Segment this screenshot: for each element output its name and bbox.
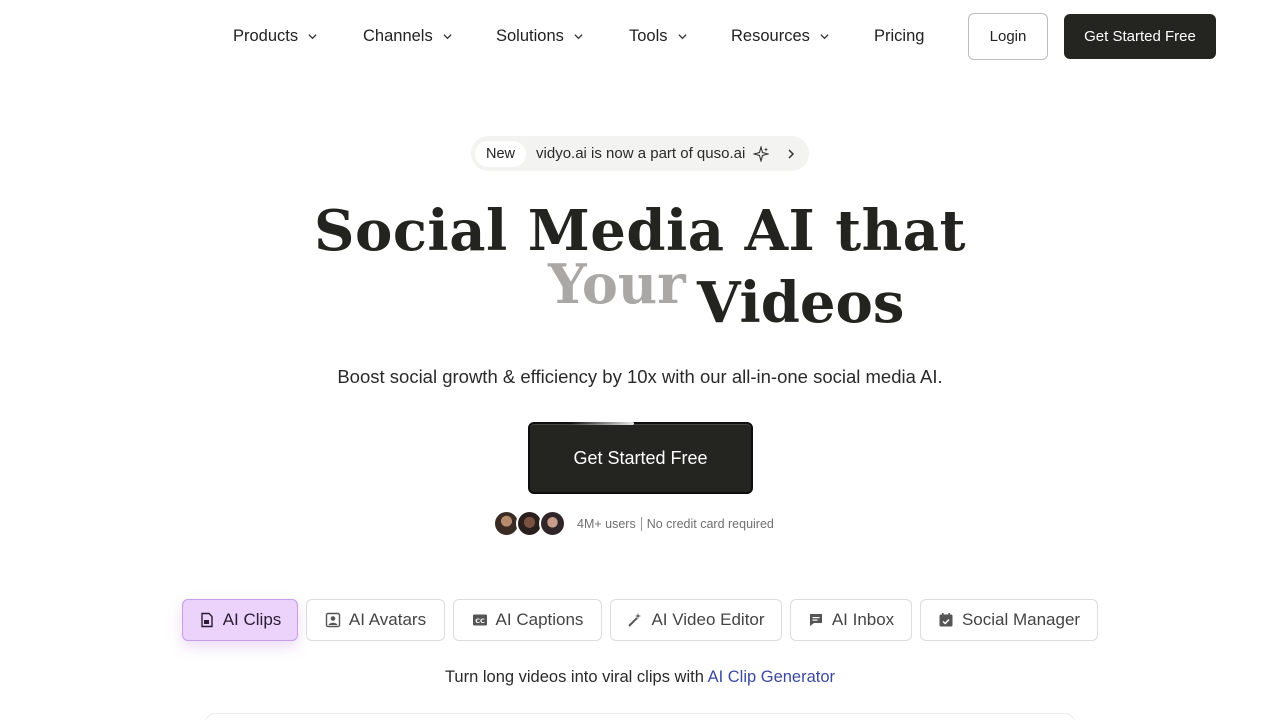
tab-label: AI Clips [222,610,282,629]
sparkle-icon [753,145,770,162]
tab-social-manager[interactable]: Social Manager [920,599,1098,641]
nav-solutions-label: Solutions [496,26,564,45]
nav-pricing-label: Pricing [874,26,925,45]
announcement-banner[interactable]: New vidyo.ai is now a part of quso.ai [471,136,809,171]
tab-ai-clips[interactable]: AI Clips [182,599,298,641]
tab-ai-video-editor[interactable]: AI Video Editor [610,599,782,641]
divider [640,517,642,531]
nav-products-label: Products [233,26,299,45]
chat-icon [809,614,822,626]
social-proof: 4M+ users No credit card required [493,510,774,538]
chevron-right-icon [788,148,795,159]
get-started-hero-button[interactable]: Get Started Free [528,422,753,494]
chevron-down-icon [443,33,452,39]
nav-resources-label: Resources [731,26,810,45]
nav-products[interactable]: Products [233,24,317,48]
hero-cta-label: Get Started Free [573,447,708,468]
hero-headline-videos: Videos [697,270,905,336]
nav-channels-label: Channels [363,26,433,45]
tab-ai-captions[interactable]: CC AI Captions [453,599,602,641]
get-started-nav-button[interactable]: Get Started Free [1064,14,1216,59]
login-button[interactable]: Login [968,13,1048,60]
tagline-text: Turn long videos into viral clips with [444,668,704,686]
users-count: 4M+ users [577,517,636,531]
calendar-icon [939,613,953,627]
tab-ai-avatars[interactable]: AI Avatars [306,599,445,641]
chevron-down-icon [308,33,317,39]
feature-tagline: Turn long videos into viral clips with A… [0,668,1280,687]
nav-tools[interactable]: Tools [629,24,687,48]
nav-pricing[interactable]: Pricing [874,24,924,48]
ai-clip-generator-link[interactable]: AI Clip Generator [708,668,835,686]
nav-tools-label: Tools [629,26,668,45]
avatar [539,510,566,537]
nav-solutions[interactable]: Solutions [496,24,583,48]
announcement-text: vidyo.ai is now a part of quso.ai [536,145,746,162]
chevron-down-icon [677,33,687,39]
button-shine [570,422,634,425]
magic-wand-icon [628,613,642,627]
svg-text:CC: CC [475,617,485,625]
tab-label: Social Manager [961,610,1081,629]
user-avatars [493,510,567,538]
tab-label: AI Captions [495,610,584,629]
hero-headline-rotating-word: Your [548,252,686,316]
tab-label: AI Video Editor [651,610,765,629]
chevron-down-icon [574,33,583,39]
top-nav: Products Channels Solutions Tools Resour… [0,0,1280,72]
new-badge: New [475,140,527,167]
nav-channels[interactable]: Channels [363,24,452,48]
hero-subheadline: Boost social growth & efficiency by 10x … [337,366,943,387]
feature-preview-card [205,713,1075,720]
tab-label: AI Avatars [348,610,427,629]
file-video-icon [201,612,213,628]
no-credit-card-text: No credit card required [646,517,774,531]
tab-ai-inbox[interactable]: AI Inbox [790,599,912,641]
nav-resources[interactable]: Resources [731,24,829,48]
chevron-down-icon [820,33,829,39]
tab-label: AI Inbox [831,610,895,629]
cc-icon: CC [472,614,487,626]
avatar-icon [325,612,341,628]
